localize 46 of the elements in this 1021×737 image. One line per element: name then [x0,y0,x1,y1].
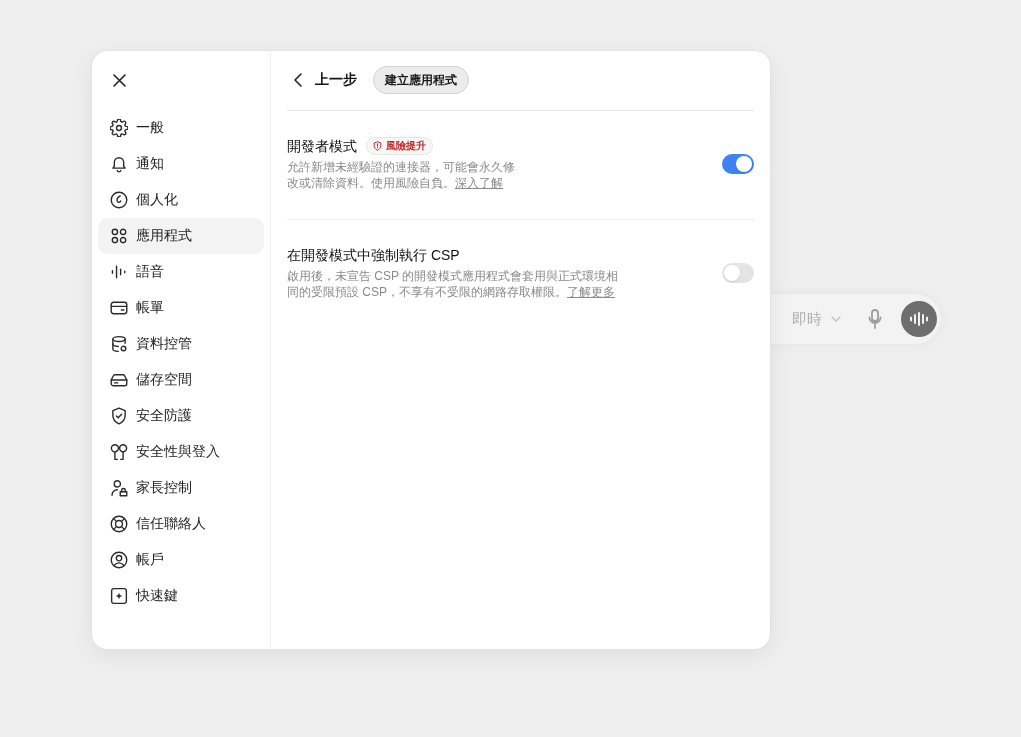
back-button[interactable]: 上一步 [287,71,357,89]
sidebar-item[interactable]: 語音 [98,254,264,290]
voice-mode-button[interactable] [901,301,937,337]
setting-title: 開發者模式 [287,137,357,156]
bell-icon [110,155,128,173]
learn-more-link[interactable]: 了解更多 [567,285,615,299]
user-circle-icon [110,551,128,569]
waveform-icon [110,263,128,281]
sidebar-item[interactable]: 家長控制 [98,470,264,506]
chevron-left-icon [294,73,302,87]
shield-alert-icon [373,141,382,151]
sidebar-item[interactable]: 個人化 [98,182,264,218]
setting-title: 在開發模式中強制執行 CSP [287,246,460,265]
setting-description: 允許新增未經驗證的連接器，可能會永久修改或清除資料。使用風險自負。深入了解 [287,159,516,191]
microphone-icon [868,309,882,329]
sidebar-item[interactable]: 通知 [98,146,264,182]
close-icon [112,73,126,87]
setting-description: 啟用後，未宣告 CSP 的開發模式應用程式會套用與正式環境相同的受限預設 CSP，不享有不受限的網路存取權限。了解更多 [287,268,620,300]
lifebuoy-icon [110,515,128,533]
waveform-icon [910,312,928,326]
chevron-down-icon [831,316,841,322]
sidebar-item[interactable]: 信任聯絡人 [98,506,264,542]
risk-label: 風險提升 [386,139,426,153]
sidebar-item[interactable]: 快速鍵 [98,578,264,614]
sidebar-item[interactable]: 安全防護 [98,398,264,434]
toggle-switch[interactable] [722,262,754,283]
person-lock-icon [110,479,128,497]
sidebar-item[interactable]: 應用程式 [98,218,264,254]
sidebar-item[interactable]: 儲存空間 [98,362,264,398]
sidebar-item[interactable]: 安全性與登入 [98,434,264,470]
toggle-switch[interactable] [722,153,754,174]
gear-icon [110,119,128,137]
current-page-pill: 建立應用程式 [373,66,469,94]
square-sparkle-icon [110,587,128,605]
sidebar-item[interactable]: 一般 [98,110,264,146]
grid-circles-icon [110,227,128,245]
database-gear-icon [110,335,128,353]
sidebar-item[interactable]: 帳戶 [98,542,264,578]
drive-icon [110,371,128,389]
circle-swirl-icon [110,191,128,209]
sidebar-item[interactable]: 帳單 [98,290,264,326]
sidebar-item[interactable]: 資料控管 [98,326,264,362]
keys-icon [110,443,128,461]
wallet-icon [110,299,128,317]
learn-more-link[interactable]: 深入了解 [455,176,503,190]
shield-check-icon [110,407,128,425]
